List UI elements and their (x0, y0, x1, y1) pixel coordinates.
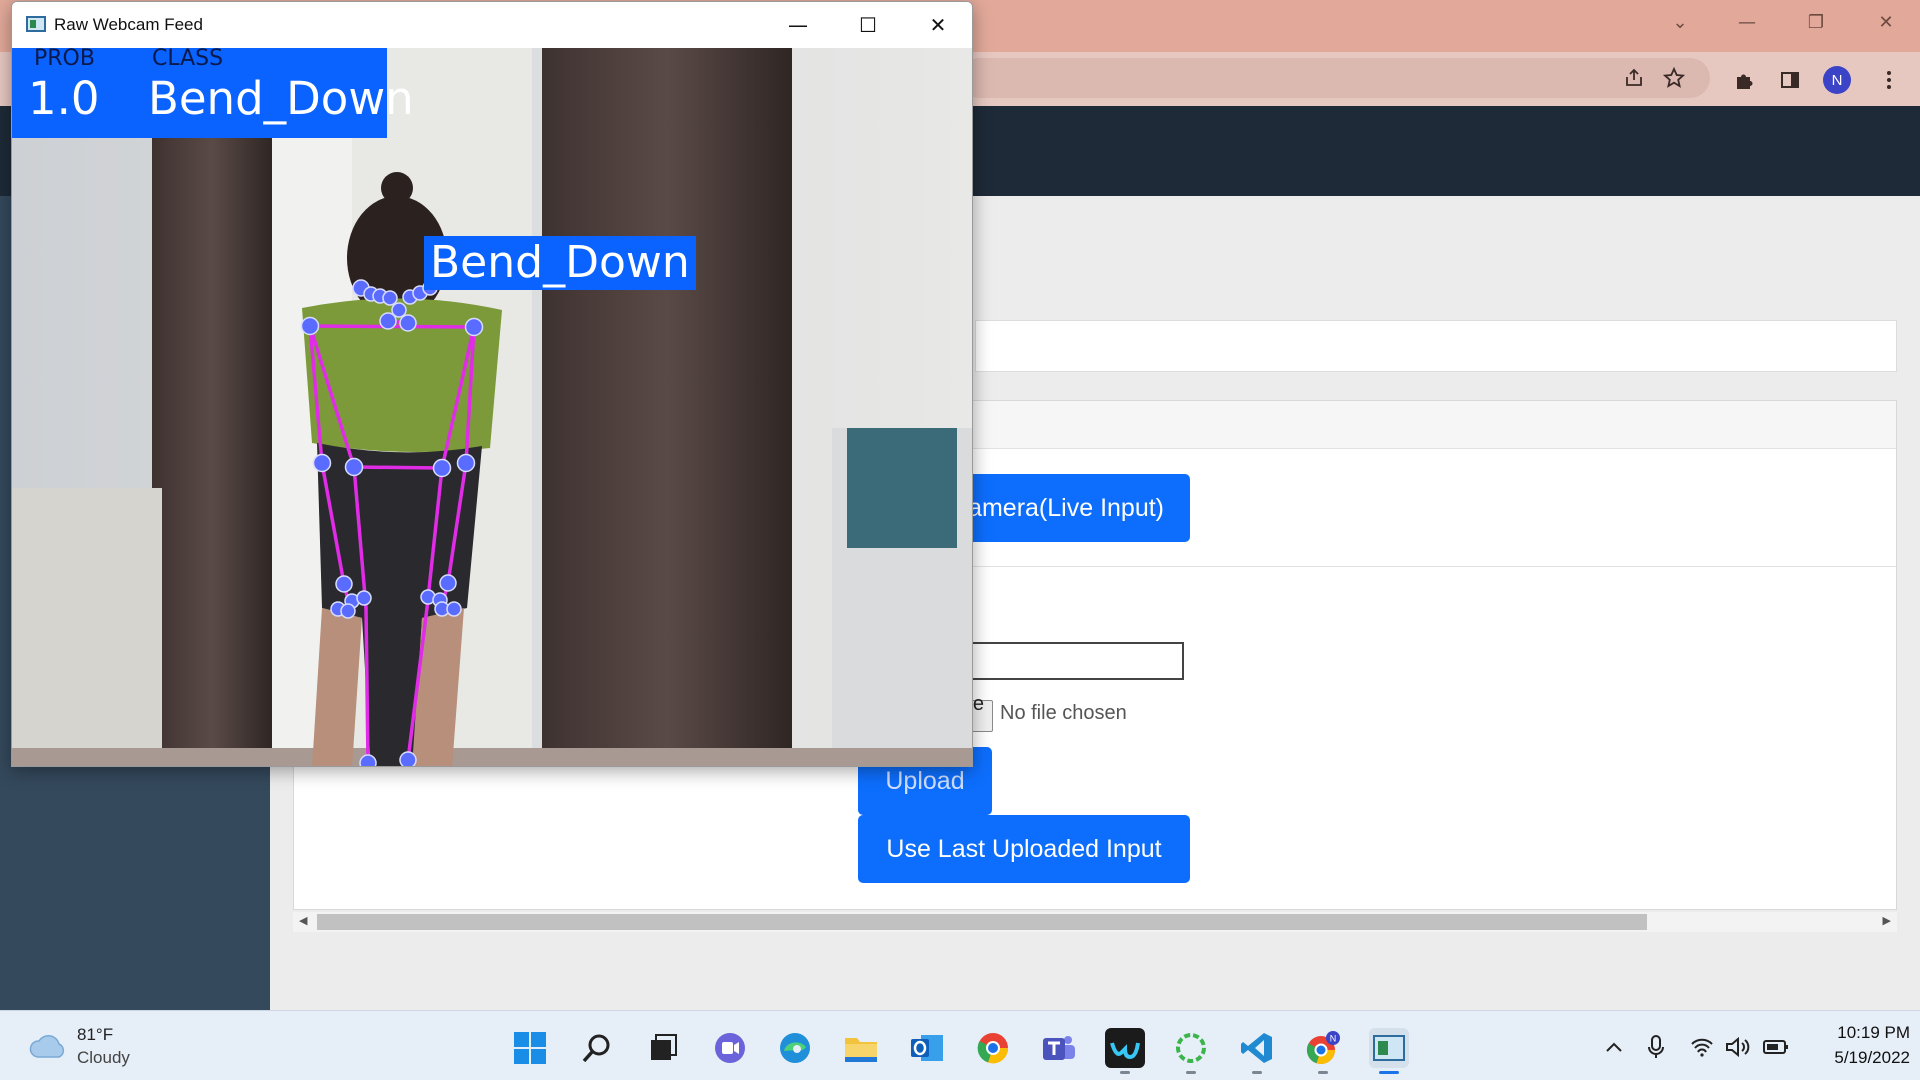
running-indicator (1318, 1071, 1328, 1074)
task-view-icon[interactable] (643, 1028, 683, 1068)
chevron-up-icon[interactable] (1600, 1033, 1628, 1061)
scroll-right-arrow[interactable]: ▶ (1883, 914, 1891, 927)
pose-label: Bend_Down (424, 236, 696, 290)
cloud-weather-icon[interactable] (28, 1031, 68, 1059)
close-button[interactable]: ✕ (918, 10, 958, 40)
extensions-icon[interactable] (1728, 64, 1760, 96)
webcam-feed-image: PROB CLASS 1.0 Bend_Down Bend_Down (12, 48, 972, 766)
browser-restore-button[interactable]: ❐ (1796, 8, 1836, 36)
scroll-left-arrow[interactable]: ◀ (299, 914, 307, 927)
horizontal-scrollbar[interactable]: ◀ ▶ (293, 912, 1897, 932)
window-title: Raw Webcam Feed (54, 15, 203, 34)
app-icon (26, 16, 46, 32)
tab-search-button[interactable]: ⌄ (1660, 8, 1700, 36)
weather-description[interactable]: Cloudy (77, 1048, 130, 1068)
vscode-icon[interactable] (1237, 1028, 1277, 1074)
minimize-button[interactable]: — (778, 10, 818, 40)
bookmark-star-icon[interactable] (1658, 62, 1690, 94)
share-icon[interactable] (1618, 62, 1650, 94)
profile-avatar[interactable]: N (1823, 66, 1851, 94)
page-info-strip (975, 320, 1897, 372)
webcam-feed-app-icon[interactable] (1369, 1028, 1409, 1074)
maximize-button[interactable]: ☐ (848, 10, 888, 40)
scrollbar-thumb[interactable] (317, 914, 1647, 930)
teams-chat-icon[interactable] (710, 1028, 750, 1068)
svg-text:N: N (1330, 1034, 1337, 1044)
chrome-profile-icon[interactable]: N (1303, 1028, 1343, 1074)
spinner-app-icon[interactable] (1171, 1028, 1211, 1074)
search-icon[interactable] (577, 1028, 617, 1068)
prediction-box: PROB CLASS 1.0 Bend_Down (12, 48, 414, 138)
teams-icon[interactable] (1039, 1028, 1079, 1068)
edge-icon[interactable] (775, 1028, 815, 1068)
kebab-menu-icon[interactable] (1873, 64, 1905, 96)
webcam-feed-window[interactable]: Raw Webcam Feed — ☐ ✕ PROB CLASS 1.0 Ben… (11, 1, 973, 767)
prob-header: PROB (34, 48, 95, 71)
webex-icon[interactable] (1105, 1028, 1145, 1074)
use-last-uploaded-input-button[interactable]: Use Last Uploaded Input (858, 815, 1190, 883)
address-bar[interactable] (960, 58, 1710, 98)
side-panel-icon[interactable] (1774, 64, 1806, 96)
active-indicator (1379, 1071, 1399, 1074)
chrome-icon[interactable] (973, 1028, 1013, 1068)
clock-date[interactable]: 5/19/2022 (1810, 1048, 1910, 1068)
windows-taskbar: 81°F Cloudy N 10:19 PM 5/19/2022 (0, 1010, 1920, 1080)
no-file-chosen-label: No file chosen (1000, 702, 1127, 724)
clock-time[interactable]: 10:19 PM (1810, 1023, 1910, 1043)
browser-minimize-button[interactable]: — (1727, 8, 1767, 36)
wifi-icon[interactable] (1688, 1033, 1716, 1061)
browser-close-button[interactable]: ✕ (1866, 8, 1906, 36)
prob-value: 1.0 (28, 72, 100, 125)
class-value: Bend_Down (148, 72, 414, 125)
microphone-icon[interactable] (1642, 1033, 1670, 1061)
running-indicator (1252, 1071, 1262, 1074)
webcam-window-titlebar[interactable]: Raw Webcam Feed — ☐ ✕ (12, 2, 972, 48)
running-indicator (1186, 1071, 1196, 1074)
volume-icon[interactable] (1724, 1033, 1752, 1061)
running-indicator (1120, 1071, 1130, 1074)
start-icon[interactable] (510, 1028, 550, 1068)
class-header: CLASS (152, 48, 224, 71)
outlook-icon[interactable] (907, 1028, 947, 1068)
battery-icon[interactable] (1762, 1033, 1790, 1061)
weather-temperature[interactable]: 81°F (77, 1025, 113, 1045)
file-explorer-icon[interactable] (841, 1028, 881, 1068)
